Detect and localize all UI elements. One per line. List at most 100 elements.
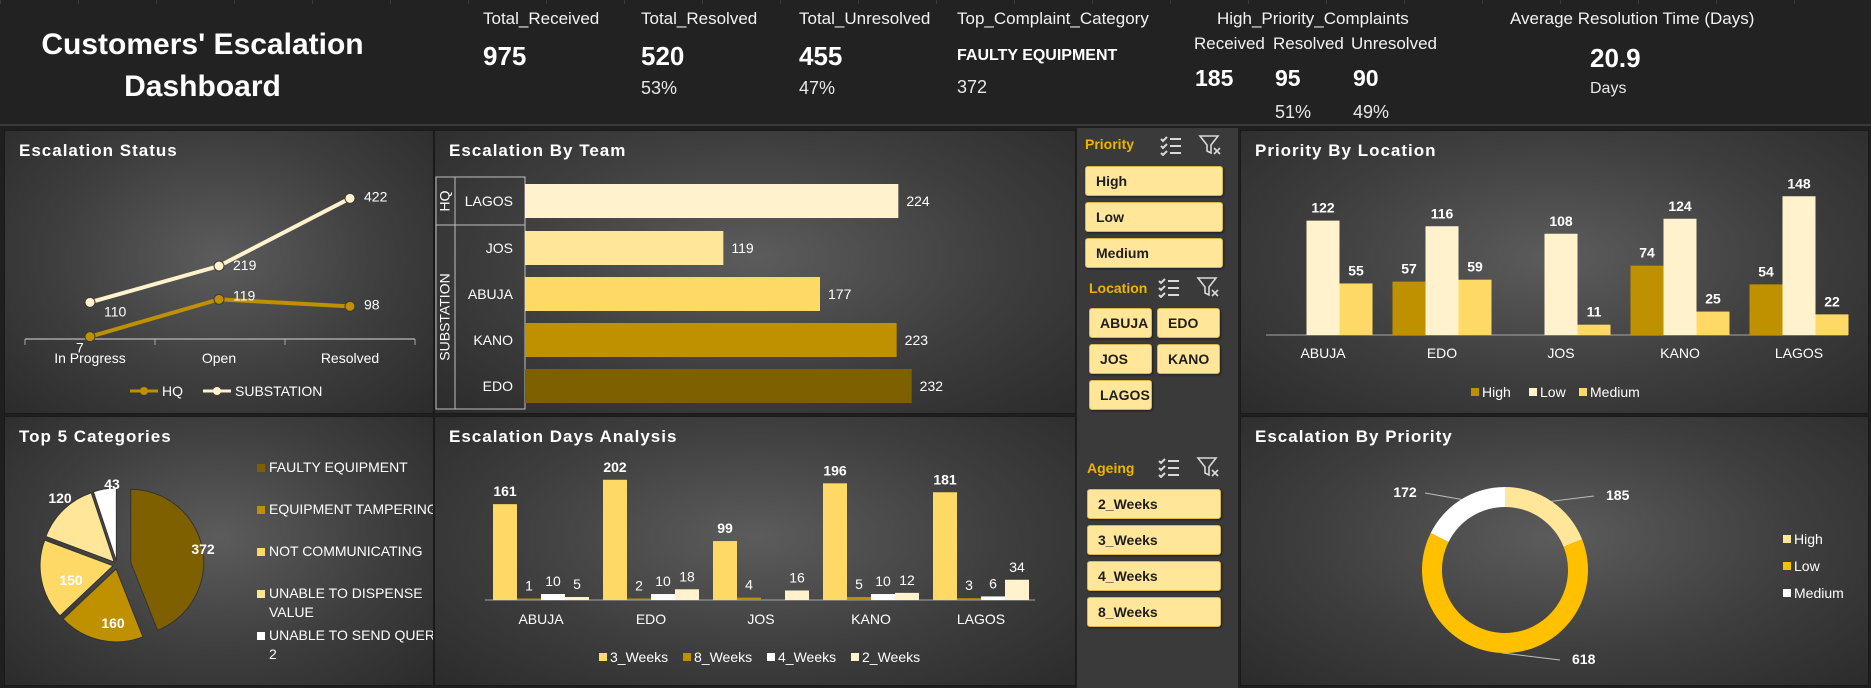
data-label: 59 <box>1467 259 1483 275</box>
legend-swatch <box>1529 388 1537 396</box>
kpi-high-priority: High_Priority_Complaints Received Resolv… <box>1193 9 1443 122</box>
slicer-item-high[interactable]: High <box>1085 166 1223 196</box>
top5-categories-panel: Top 5 Categories 372 160 150 120 43 FAULTY EQ… <box>4 416 434 686</box>
legend-label: UNABLE TO SEND QUERY <box>269 627 433 643</box>
category-label: ABUJA <box>468 286 514 302</box>
leader-line <box>1424 492 1462 500</box>
bar-high <box>1392 281 1426 335</box>
slicer-item-low[interactable]: Low <box>1085 202 1223 232</box>
category-label: JOS <box>486 240 513 256</box>
slicer-item-kano[interactable]: KANO <box>1157 344 1220 374</box>
data-label: 119 <box>731 240 754 256</box>
kpi-percent: 51% <box>1275 102 1312 122</box>
slicer-item-3_weeks[interactable]: 3_Weeks <box>1087 525 1221 555</box>
data-label: 177 <box>828 286 852 302</box>
kpi-percent: 47% <box>799 78 836 98</box>
bar-low <box>1544 233 1578 335</box>
kpi-sublabel: Received <box>1194 34 1265 53</box>
data-label: 57 <box>1401 261 1417 277</box>
data-label: 5 <box>573 576 581 592</box>
data-label: 2 <box>635 578 643 594</box>
kpi-category: FAULTY EQUIPMENT <box>957 47 1118 64</box>
x-tick-label: In Progress <box>54 350 126 366</box>
bar-2_weeks <box>675 589 699 600</box>
category-label: KANO <box>473 332 513 348</box>
slicer-item-8_weeks[interactable]: 8_Weeks <box>1087 597 1221 627</box>
x-tick-label: ABUJA <box>1300 345 1346 361</box>
escalation-by-priority-panel: Escalation By Priority 185 618 172 High Low M… <box>1240 416 1869 686</box>
priority-by-location-chart: ABUJA 122 55 EDO 57 116 59 JOS 108 11 KANO 74 124 25 L… <box>1266 175 1849 400</box>
slicer-item-medium[interactable]: Medium <box>1085 238 1223 268</box>
bar <box>525 323 897 357</box>
bar-low <box>1782 196 1816 335</box>
bar <box>525 184 899 218</box>
data-label: 11 <box>1587 304 1602 320</box>
bar-medium <box>1815 314 1849 335</box>
clear-filter-icon[interactable] <box>1196 456 1220 478</box>
clear-filter-icon[interactable] <box>1196 276 1220 298</box>
slicer-item-lagos[interactable]: LAGOS <box>1089 380 1152 410</box>
data-label: 122 <box>1311 200 1335 216</box>
x-tick-label: EDO <box>636 611 666 627</box>
legend-label: 3_Weeks <box>610 649 668 665</box>
data-point <box>344 300 356 312</box>
multi-select-icon[interactable] <box>1157 276 1181 299</box>
multi-select-icon[interactable] <box>1157 456 1181 479</box>
priority-by-location-panel: Priority By Location ABUJA 122 55 EDO 57 116 5… <box>1240 130 1869 414</box>
legend-swatch <box>599 653 607 661</box>
bar-8_weeks <box>517 598 541 600</box>
category-label: LAGOS <box>465 193 513 209</box>
slicer-item-2_weeks[interactable]: 2_Weeks <box>1087 489 1221 519</box>
x-tick-label: ABUJA <box>518 611 564 627</box>
x-tick-label: Open <box>202 350 236 366</box>
slicer-item-4_weeks[interactable]: 4_Weeks <box>1087 561 1221 591</box>
legend-label: High <box>1794 531 1823 547</box>
slicer-item-edo[interactable]: EDO <box>1157 308 1220 338</box>
legend-swatch <box>257 548 265 556</box>
slicer-column: Priority High Low Medium Location ABUJA EDO JOS… <box>1077 128 1238 688</box>
slicer-item-jos[interactable]: JOS <box>1089 344 1152 374</box>
bar-4_weeks <box>651 594 675 600</box>
legend-swatch <box>257 632 265 640</box>
bar-3_weeks <box>493 504 517 600</box>
multi-select-icon[interactable] <box>1159 134 1183 157</box>
data-label: 224 <box>906 193 930 209</box>
legend-swatch <box>767 653 775 661</box>
legend-label: UNABLE TO DISPENSE <box>269 585 423 601</box>
bar <box>525 369 912 403</box>
slicer-item-abuja[interactable]: ABUJA <box>1089 308 1152 338</box>
category-label: EDO <box>483 378 513 394</box>
bar-2_weeks <box>1005 579 1029 600</box>
data-label: 202 <box>603 459 627 475</box>
kpi-sublabel: Unresolved <box>1351 34 1437 53</box>
legend-label-cont: 2 <box>269 646 277 662</box>
pie-slice <box>130 488 205 631</box>
legend-label: High <box>1482 384 1511 400</box>
data-label: 7 <box>76 340 84 356</box>
kpi-total-unresolved: Total_Unresolved 455 47% <box>799 9 930 99</box>
data-point <box>344 192 356 204</box>
bar-3_weeks <box>823 483 847 600</box>
leader-line <box>1501 652 1561 661</box>
data-label: 43 <box>104 476 120 492</box>
data-label: 160 <box>101 615 125 631</box>
bar-4_weeks <box>541 594 565 600</box>
sheet-gridlines <box>0 0 1871 4</box>
legend-label: 4_Weeks <box>778 649 836 665</box>
kpi-unit: Days <box>1590 80 1627 97</box>
kpi-label: Top_Complaint_Category <box>957 9 1149 28</box>
data-label: 196 <box>823 462 847 478</box>
bar-low <box>1425 226 1459 335</box>
legend-label: Medium <box>1590 384 1640 400</box>
data-label: 25 <box>1705 291 1721 307</box>
data-label: 185 <box>1606 487 1630 503</box>
data-label: 4 <box>745 577 753 593</box>
bar-3_weeks <box>713 541 737 600</box>
data-point <box>84 331 96 343</box>
kpi-percent: 53% <box>641 78 678 98</box>
data-label: 161 <box>493 483 517 499</box>
clear-filter-icon[interactable] <box>1198 134 1222 156</box>
kpi-label: Total_Resolved <box>641 9 758 28</box>
group-label: HQ <box>437 190 453 211</box>
escalation-days-chart: ABUJA1611 10 5EDO2022 10 18JOS994 16KANO1965 1… <box>485 459 1035 665</box>
